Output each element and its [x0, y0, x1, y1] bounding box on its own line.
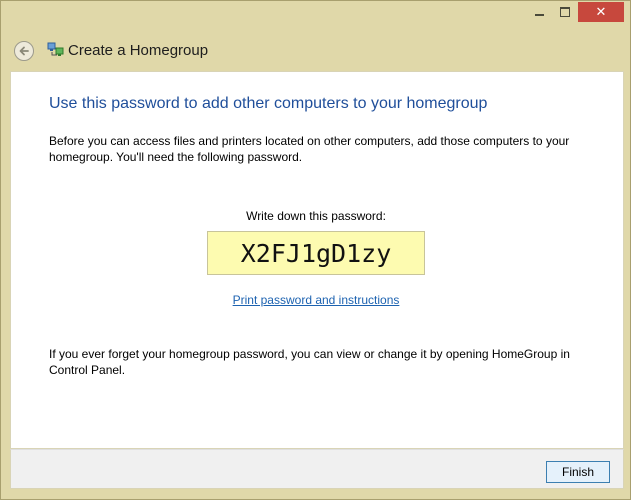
close-button[interactable]: ✕: [578, 2, 624, 22]
page-heading: Use this password to add other computers…: [49, 95, 488, 112]
footer-bar: Finish: [10, 449, 624, 489]
print-link-row: Print password and instructions: [11, 293, 621, 307]
print-password-link[interactable]: Print password and instructions: [233, 293, 400, 307]
minimize-icon: [534, 14, 544, 16]
password-label: Write down this password:: [246, 209, 386, 223]
finish-button[interactable]: Finish: [546, 461, 610, 483]
create-homegroup-window: ✕ Create a Homegroup Use this password t…: [0, 0, 631, 500]
forget-password-text: If you ever forget your homegroup passwo…: [49, 347, 570, 377]
back-button[interactable]: [14, 41, 34, 61]
close-icon: ✕: [595, 4, 607, 19]
maximize-button[interactable]: [552, 2, 578, 22]
password-display: X2FJ1gD1zy: [207, 231, 425, 275]
maximize-icon: [560, 7, 570, 17]
back-arrow-icon: [19, 46, 29, 56]
window-title: Create a Homegroup: [68, 42, 209, 59]
navigation-bar: Create a Homegroup: [1, 31, 630, 71]
intro-text: Before you can access files and printers…: [49, 134, 570, 164]
minimize-button[interactable]: [526, 2, 552, 22]
title-bar: ✕: [1, 1, 630, 31]
content-panel: Use this password to add other computers…: [10, 71, 624, 449]
homegroup-icon: [47, 42, 64, 56]
